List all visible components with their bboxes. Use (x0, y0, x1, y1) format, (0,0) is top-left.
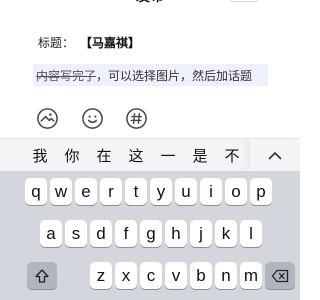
key-z[interactable]: z (90, 262, 112, 289)
post-content-field[interactable]: 内容写完了 ，可以选择图片，然后加话题 (33, 64, 268, 86)
shift-icon (35, 268, 49, 283)
post-title-row[interactable]: 标题： 【马嘉祺】 (38, 33, 140, 51)
key-p[interactable]: p (250, 178, 272, 205)
key-i[interactable]: i (200, 178, 222, 205)
candidate-word[interactable]: 一 (152, 145, 184, 166)
candidate-word[interactable]: 在 (88, 145, 120, 166)
candidate-word[interactable]: 不 (216, 145, 248, 166)
key-a[interactable]: a (40, 220, 62, 247)
candidate-word[interactable]: 我 (24, 145, 56, 166)
key-v[interactable]: v (165, 262, 187, 289)
key-k[interactable]: k (215, 220, 237, 247)
topic-hashtag-icon[interactable] (125, 107, 148, 130)
key-h[interactable]: h (165, 220, 187, 247)
key-r[interactable]: r (100, 178, 122, 205)
key-e[interactable]: e (75, 178, 97, 205)
key-o[interactable]: o (225, 178, 247, 205)
key-s[interactable]: s (65, 220, 87, 247)
backspace-icon (271, 269, 289, 282)
backspace-key[interactable] (265, 262, 295, 289)
chevron-up-icon (268, 151, 282, 160)
key-w[interactable]: w (50, 178, 72, 205)
key-x[interactable]: x (115, 262, 137, 289)
title-value[interactable]: 【马嘉祺】 (80, 34, 140, 51)
candidate-word[interactable]: 你 (56, 145, 88, 166)
image-icon[interactable] (36, 107, 59, 130)
key-j[interactable]: j (190, 220, 212, 247)
key-g[interactable]: g (140, 220, 162, 247)
content-text: ，可以选择图片，然后加话题 (96, 68, 253, 83)
key-m[interactable]: m (240, 262, 262, 289)
expand-candidates-button[interactable] (250, 139, 300, 171)
keyboard: q w e r t y u i o p a s d f g h j k l z … (0, 171, 300, 300)
key-y[interactable]: y (150, 178, 172, 205)
candidate-word[interactable]: 是 (184, 145, 216, 166)
key-q[interactable]: q (25, 178, 47, 205)
key-n[interactable]: n (215, 262, 237, 289)
key-t[interactable]: t (125, 178, 147, 205)
key-c[interactable]: c (140, 262, 162, 289)
key-u[interactable]: u (175, 178, 197, 205)
title-label: 标题： (38, 35, 75, 50)
key-d[interactable]: d (90, 220, 112, 247)
key-f[interactable]: f (115, 220, 137, 247)
candidate-word[interactable]: 这 (120, 145, 152, 166)
emoji-icon[interactable] (81, 107, 104, 130)
key-b[interactable]: b (190, 262, 212, 289)
candidate-bar: 我 你 在 这 一 是 不 (0, 139, 300, 171)
content-struck-text: 内容写完了 (36, 68, 97, 83)
key-l[interactable]: l (240, 220, 262, 247)
shift-key[interactable] (27, 262, 57, 289)
publish-button[interactable] (228, 0, 260, 2)
